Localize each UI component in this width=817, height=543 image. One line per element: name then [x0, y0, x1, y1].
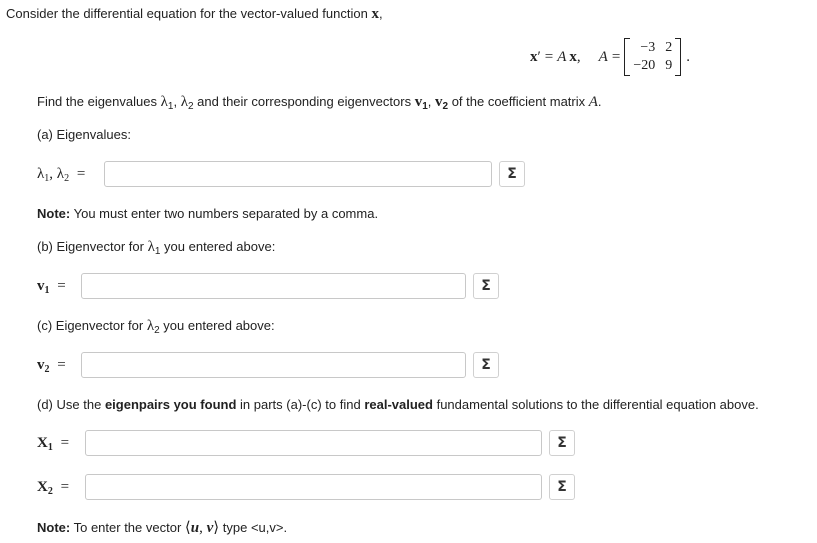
eigenvector-1-sigma-button[interactable]: Σ — [473, 273, 499, 299]
sigma-icon: Σ — [557, 479, 567, 495]
find-v2: v — [435, 94, 443, 110]
part-c-post: you entered above: — [163, 318, 275, 333]
part-b-lambda-sub: 1 — [154, 246, 161, 257]
part-b-v-sub: 1 — [44, 285, 50, 296]
find-post: of the coefficient matrix — [451, 94, 586, 109]
find-comma1: , — [173, 94, 181, 109]
intro-text: Consider the differential equation for t… — [6, 6, 383, 23]
note2-vec-close: ⟩ — [213, 520, 220, 536]
find-lambda2-sub: 2 — [187, 101, 194, 112]
matrix-right-bracket — [675, 38, 682, 76]
find-comma2: , — [427, 94, 435, 109]
matrix-r2c2: 9 — [665, 58, 673, 73]
part-d-x2: X — [37, 479, 48, 495]
solution-x2-input[interactable] — [85, 474, 542, 500]
eq-prime: ′ — [537, 48, 541, 65]
part-b-post: you entered above: — [164, 239, 276, 254]
part-a-comma: , — [49, 166, 57, 182]
matrix-r2c1: −20 — [633, 58, 656, 73]
part-b-lhs: v1 = — [37, 278, 70, 296]
part-b-eq: = — [57, 278, 66, 294]
eq-sign: = — [544, 48, 554, 65]
sigma-icon: Σ — [481, 357, 491, 373]
part-a-label: (a) Eigenvalues: — [37, 127, 131, 142]
part-d-x1-sub: 1 — [47, 442, 53, 453]
note-comma: Note: You must enter two numbers separat… — [37, 206, 378, 221]
eigenvalues-sigma-button[interactable]: Σ — [499, 161, 525, 187]
find-v2-sub: 2 — [442, 101, 449, 112]
part-c-v-sub: 2 — [44, 364, 50, 375]
part-d-label: (d) Use the eigenpairs you found in part… — [37, 397, 759, 412]
part-d-x2-lhs: X2 = — [37, 479, 73, 497]
part-d-mid: in parts (a)-(c) to find — [240, 397, 361, 412]
intro-var: x — [371, 6, 379, 22]
note1-bold: Note: — [37, 206, 71, 221]
eq-A-sign: = — [611, 48, 621, 65]
eigenvalues-input[interactable] — [104, 161, 492, 187]
eq-rhs-x: x — [569, 48, 577, 65]
find-end: . — [597, 94, 602, 109]
note2-pre: To enter the vector — [73, 520, 182, 535]
part-d-x1-eq: = — [60, 435, 70, 451]
sigma-icon: Σ — [557, 435, 567, 451]
differential-equation: x ′ = A x, A = −3 2 −20 9 . — [530, 38, 690, 76]
eq-comma: , — [576, 48, 581, 65]
part-d-x1: X — [37, 435, 48, 451]
intro-end: , — [378, 6, 383, 21]
matrix-r1c1: −3 — [640, 40, 656, 55]
part-d-pre: (d) Use the — [37, 397, 102, 412]
note2-post: type <u,v>. — [222, 520, 288, 535]
matrix-r1c2: 2 — [665, 40, 673, 55]
part-c-pre: (c) Eigenvector for — [37, 318, 144, 333]
find-mid: and their corresponding eigenvectors — [197, 94, 412, 109]
sigma-icon: Σ — [507, 166, 517, 182]
part-c-label: (c) Eigenvector for λ2 you entered above… — [37, 318, 275, 336]
solution-x1-sigma-button[interactable]: Σ — [549, 430, 575, 456]
eigenvector-1-input[interactable] — [81, 273, 466, 299]
note1-text: You must enter two numbers separated by … — [73, 206, 379, 221]
find-pre: Find the eigenvalues — [37, 94, 157, 109]
intro-text-body: Consider the differential equation for t… — [6, 6, 368, 21]
part-b-label: (b) Eigenvector for λ1 you entered above… — [37, 239, 275, 257]
part-b-v: v — [37, 278, 45, 294]
part-c-lhs: v2 = — [37, 357, 70, 375]
eq-lhs-var: x — [530, 48, 538, 65]
part-a-lambda2: λ — [56, 166, 65, 182]
eigenvector-2-input[interactable] — [81, 352, 466, 378]
eigenvector-2-sigma-button[interactable]: Σ — [473, 352, 499, 378]
part-a-eq: = — [76, 166, 86, 182]
part-d-x2-sub: 2 — [47, 486, 53, 497]
coefficient-matrix: −3 2 −20 9 — [624, 38, 682, 76]
note2-u: u — [190, 520, 200, 536]
part-d-x2-eq: = — [60, 479, 70, 495]
eq-A-label: A — [598, 48, 608, 65]
eq-rhs-A: A — [557, 48, 567, 65]
part-b-pre: (b) Eigenvector for — [37, 239, 144, 254]
part-a-lhs: λ1, λ2 = — [37, 166, 89, 184]
part-c-eq: = — [57, 357, 66, 373]
instruction-text: Find the eigenvalues λ1, λ2 and their co… — [37, 94, 602, 112]
find-lambda1: λ — [160, 94, 168, 110]
find-lambda2: λ — [180, 94, 188, 110]
part-b-lambda: λ — [147, 239, 155, 255]
part-c-lambda-sub: 2 — [154, 325, 160, 336]
solution-x1-input[interactable] — [85, 430, 542, 456]
find-A: A — [588, 94, 598, 110]
part-c-v: v — [37, 357, 45, 373]
part-a-lambda2-sub: 2 — [64, 173, 70, 184]
part-d-x1-lhs: X1 = — [37, 435, 73, 453]
note-vector-format: Note: To enter the vector ⟨u, v⟩ type <u… — [37, 518, 287, 537]
sigma-icon: Σ — [481, 278, 491, 294]
note2-bold: Note: — [37, 520, 71, 535]
solution-x2-sigma-button[interactable]: Σ — [549, 474, 575, 500]
part-d-post: fundamental solutions to the differentia… — [436, 397, 759, 412]
part-d-bold2: real-valued — [364, 397, 433, 412]
part-d-bold1: eigenpairs you found — [104, 397, 237, 412]
eq-period: . — [686, 48, 690, 65]
note2-sep: , — [199, 520, 207, 536]
